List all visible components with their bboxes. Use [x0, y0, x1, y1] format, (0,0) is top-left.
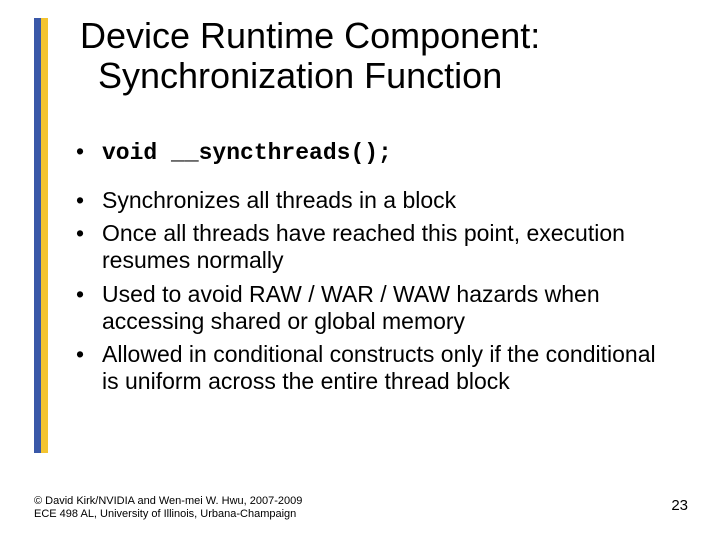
bullet-text: Used to avoid RAW / WAR / WAW hazards wh…	[102, 281, 600, 334]
bullet-item-code: void __syncthreads();	[70, 138, 668, 167]
bullet-text: Allowed in conditional constructs only i…	[102, 341, 656, 394]
accent-bar-yellow	[41, 18, 48, 453]
copyright-footer: © David Kirk/NVIDIA and Wen-mei W. Hwu, …	[34, 495, 302, 523]
slide-title: Device Runtime Component: Synchronizatio…	[60, 16, 690, 97]
bullet-list-2: Synchronizes all threads in a block Once…	[70, 187, 668, 395]
title-line-2: Synchronization Function	[80, 56, 502, 96]
slide: Device Runtime Component: Synchronizatio…	[0, 0, 720, 540]
bullet-item: Synchronizes all threads in a block	[70, 187, 668, 214]
accent-bar-blue	[34, 18, 41, 453]
slide-body: void __syncthreads(); Synchronizes all t…	[70, 138, 668, 401]
bullet-item: Allowed in conditional constructs only i…	[70, 341, 668, 395]
accent-stripe	[34, 18, 48, 453]
title-line-1: Device Runtime Component:	[80, 15, 540, 56]
code-text: void __syncthreads();	[102, 140, 392, 166]
bullet-text: Once all threads have reached this point…	[102, 220, 625, 273]
bullet-item: Once all threads have reached this point…	[70, 220, 668, 274]
list-gap	[70, 173, 668, 187]
footer-line-2: ECE 498 AL, University of Illinois, Urba…	[34, 508, 296, 520]
footer-line-1: © David Kirk/NVIDIA and Wen-mei W. Hwu, …	[34, 495, 302, 507]
page-number: 23	[671, 497, 688, 514]
bullet-list: void __syncthreads();	[70, 138, 668, 167]
bullet-item: Used to avoid RAW / WAR / WAW hazards wh…	[70, 281, 668, 335]
bullet-text: Synchronizes all threads in a block	[102, 187, 456, 213]
